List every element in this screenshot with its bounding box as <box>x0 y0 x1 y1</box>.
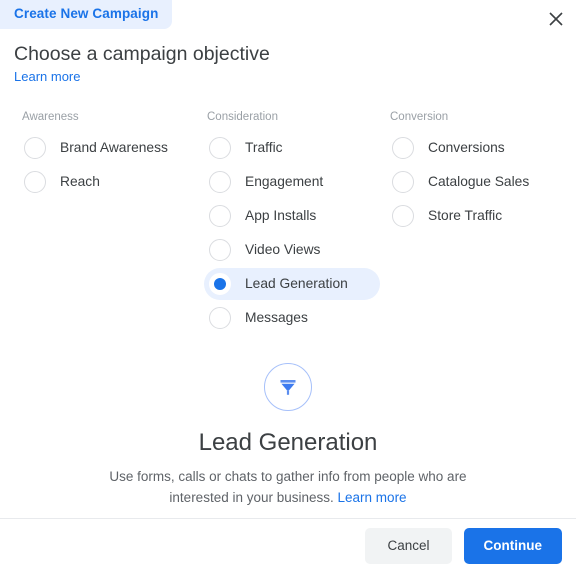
option-label: Video Views <box>245 242 321 257</box>
dialog-header: Create New Campaign Choose a campaign ob… <box>0 0 576 86</box>
option-reach[interactable]: Reach <box>22 166 204 198</box>
radio-traffic[interactable] <box>209 137 231 159</box>
radio-store-traffic[interactable] <box>392 205 414 227</box>
option-lead-generation[interactable]: Lead Generation <box>204 268 380 300</box>
column-conversion: Conversion Conversions Catalogue Sales S… <box>386 110 566 336</box>
radio-app-installs[interactable] <box>209 205 231 227</box>
close-button[interactable] <box>542 5 570 33</box>
option-label: Engagement <box>245 174 324 189</box>
option-label: Traffic <box>245 140 283 155</box>
option-label: Store Traffic <box>428 208 503 223</box>
option-video-views[interactable]: Video Views <box>204 234 380 266</box>
column-header-conversion: Conversion <box>390 111 449 123</box>
option-app-installs[interactable]: App Installs <box>204 200 380 232</box>
funnel-icon <box>264 363 312 411</box>
column-consideration: Consideration Traffic Engagement App Ins… <box>204 110 386 336</box>
option-engagement[interactable]: Engagement <box>204 166 380 198</box>
detail-description: Use forms, calls or chats to gather info… <box>93 466 483 508</box>
column-awareness: Awareness Brand Awareness Reach <box>0 110 204 336</box>
column-header-awareness: Awareness <box>22 111 79 123</box>
radio-video-views[interactable] <box>209 239 231 261</box>
option-label: Lead Generation <box>245 276 348 291</box>
radio-reach[interactable] <box>24 171 46 193</box>
detail-description-text: Use forms, calls or chats to gather info… <box>109 469 467 505</box>
option-label: Conversions <box>428 140 505 155</box>
option-label: Catalogue Sales <box>428 174 530 189</box>
radio-brand-awareness[interactable] <box>24 137 46 159</box>
option-label: App Installs <box>245 208 317 223</box>
cancel-button[interactable]: Cancel <box>365 527 452 564</box>
option-messages[interactable]: Messages <box>204 302 380 334</box>
option-conversions[interactable]: Conversions <box>386 132 556 164</box>
objective-columns: Awareness Brand Awareness Reach Consider… <box>0 86 576 336</box>
radio-catalogue-sales[interactable] <box>392 171 414 193</box>
radio-conversions[interactable] <box>392 137 414 159</box>
radio-messages[interactable] <box>209 307 231 329</box>
radio-dot <box>214 278 226 290</box>
detail-title: Lead Generation <box>198 429 378 456</box>
header-learn-more-link[interactable]: Learn more <box>14 69 80 85</box>
option-brand-awareness[interactable]: Brand Awareness <box>22 132 204 164</box>
option-store-traffic[interactable]: Store Traffic <box>386 200 556 232</box>
title-block: Choose a campaign objective Learn more <box>0 29 576 86</box>
close-icon <box>549 12 563 26</box>
detail-learn-more-link[interactable]: Learn more <box>338 490 407 505</box>
radio-lead-generation[interactable] <box>209 273 231 295</box>
option-label: Messages <box>245 310 308 325</box>
objective-detail-panel: Lead Generation Use forms, calls or chat… <box>0 336 576 518</box>
option-label: Brand Awareness <box>60 140 168 155</box>
option-catalogue-sales[interactable]: Catalogue Sales <box>386 166 556 198</box>
page-title: Choose a campaign objective <box>14 43 270 65</box>
option-traffic[interactable]: Traffic <box>204 132 380 164</box>
continue-button[interactable]: Continue <box>463 527 562 564</box>
campaign-objective-dialog: Create New Campaign Choose a campaign ob… <box>0 0 576 572</box>
option-label: Reach <box>60 174 100 189</box>
dialog-footer: Cancel Continue <box>0 518 576 572</box>
radio-engagement[interactable] <box>209 171 231 193</box>
column-header-consideration: Consideration <box>207 111 278 123</box>
create-new-campaign-tab[interactable]: Create New Campaign <box>0 0 173 29</box>
